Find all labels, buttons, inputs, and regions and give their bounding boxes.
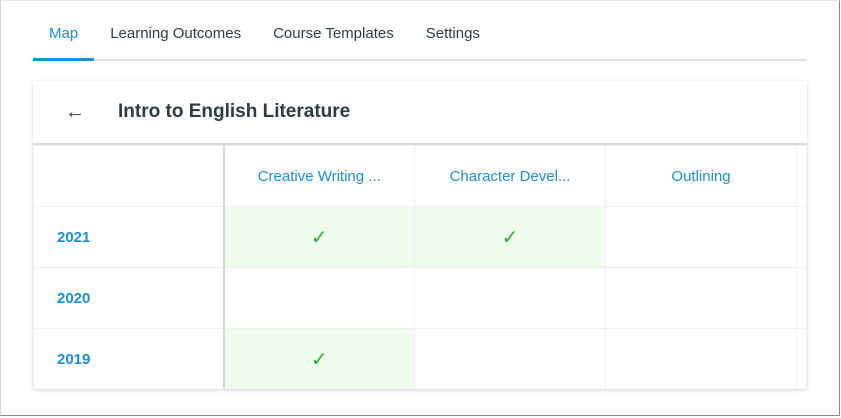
header-row: Creative Writing ... Character Devel... … [33, 145, 807, 207]
outcome-map-table: Creative Writing ... Character Devel... … [33, 145, 807, 389]
tab-learning-outcomes[interactable]: Learning Outcomes [94, 20, 257, 61]
column-header[interactable]: Character Devel... [413, 145, 607, 207]
outcome-cell[interactable] [605, 267, 798, 329]
outcome-cell[interactable]: ✓ [222, 328, 415, 389]
column-header[interactable]: Outlining [605, 145, 798, 207]
tab-settings[interactable]: Settings [410, 20, 496, 61]
tab-course-templates[interactable]: Course Templates [257, 20, 410, 61]
course-title: Intro to English Literature [118, 101, 351, 122]
check-icon: ✓ [310, 348, 328, 371]
card-header: ← Intro to English Literature [33, 81, 807, 145]
table-row: 2021 ✓ ✓ [33, 206, 807, 268]
outcome-cell[interactable] [605, 328, 798, 389]
year-link[interactable]: 2020 [33, 267, 224, 329]
overflow-cell [796, 267, 807, 329]
table-row: 2019 ✓ [33, 328, 807, 389]
outcome-cell[interactable] [605, 206, 798, 268]
overflow-cell [796, 145, 807, 207]
tab-map[interactable]: Map [33, 20, 95, 61]
tab-bar: Map Learning Outcomes Course Templates S… [33, 20, 807, 61]
outcome-cell[interactable] [413, 267, 607, 329]
outcome-cell[interactable] [222, 267, 415, 329]
year-link[interactable]: 2021 [33, 206, 224, 268]
outcome-cell[interactable]: ✓ [413, 206, 607, 268]
overflow-cell [796, 328, 807, 389]
overflow-cell [796, 206, 807, 268]
check-icon: ✓ [501, 226, 519, 249]
check-icon: ✓ [310, 226, 328, 249]
column-header[interactable]: Creative Writing ... [222, 145, 415, 207]
corner-cell [33, 145, 224, 207]
back-arrow-icon[interactable]: ← [65, 101, 105, 124]
outcome-cell[interactable] [413, 328, 607, 389]
course-map-card: ← Intro to English Literature Creative W… [33, 81, 807, 389]
year-link[interactable]: 2019 [33, 328, 224, 389]
table-row: 2020 [33, 267, 807, 329]
outcome-cell[interactable]: ✓ [222, 206, 415, 268]
